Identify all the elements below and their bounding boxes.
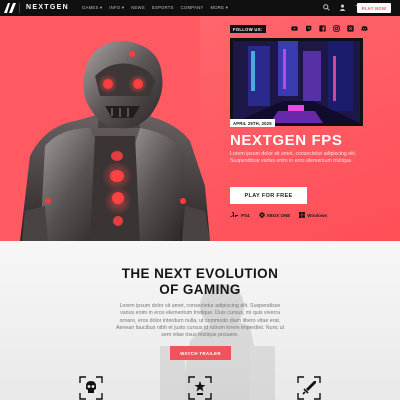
section-title: THE NEXT EVOLUTION OF GAMING — [0, 266, 400, 298]
user-icon[interactable] — [339, 4, 346, 11]
release-date-badge: APRIL 25TH, 2025 — [230, 119, 275, 127]
platform-windows-label: Windows — [307, 212, 327, 218]
logo-icon[interactable] — [4, 3, 16, 13]
section-title-line-2: OF GAMING — [159, 282, 241, 297]
menu-item-info[interactable]: INFO ▾ — [109, 5, 124, 11]
section-description: Lorem ipsum dolor sit amet, consectetur … — [115, 303, 285, 339]
cyber-city-image — [233, 41, 360, 123]
facebook-icon[interactable] — [319, 25, 326, 32]
featured-video-thumbnail[interactable] — [230, 38, 363, 126]
menu-item-news[interactable]: NEWS — [131, 5, 145, 11]
windows-icon — [299, 212, 306, 218]
hero-title: NEXTGEN FPS — [230, 132, 343, 149]
trophy-icon — [188, 376, 212, 400]
section-title-line-1: THE NEXT EVOLUTION — [121, 266, 279, 281]
platform-xbox: XBOX ONE — [258, 212, 291, 218]
menu-item-esports[interactable]: ESPORTS — [152, 5, 174, 11]
platform-ps4-label: PS4 — [241, 212, 250, 218]
platform-xbox-label: XBOX ONE — [266, 212, 291, 218]
twitter-icon[interactable] — [347, 25, 354, 32]
platform-windows: Windows — [299, 212, 327, 218]
play-now-button[interactable]: PLAY NOW — [357, 3, 391, 13]
play-for-free-button[interactable]: PLAY FOR FREE — [230, 187, 307, 204]
robot-character-illustration — [20, 41, 210, 241]
xbox-icon — [258, 212, 265, 218]
platform-ps4: PS4 — [230, 212, 250, 218]
menu-item-games[interactable]: GAMES ▾ — [82, 5, 102, 11]
platform-list: PS4 XBOX ONE Windows — [230, 212, 327, 218]
youtube-icon[interactable] — [291, 25, 298, 32]
discord-icon[interactable] — [361, 25, 368, 32]
nav-divider — [19, 3, 20, 13]
top-nav: NEXTGEN GAMES ▾ INFO ▾ NEWS ESPORTS COMP… — [0, 0, 400, 16]
social-links — [291, 25, 368, 32]
main-menu: GAMES ▾ INFO ▾ NEWS ESPORTS COMPANY MORE… — [82, 5, 228, 11]
brand-name[interactable]: NEXTGEN — [26, 4, 69, 11]
follow-us-label: FOLLOW US: — [230, 25, 266, 33]
instagram-icon[interactable] — [333, 25, 340, 32]
menu-item-more[interactable]: MORE ▾ — [210, 5, 227, 11]
hero-section: FOLLOW US: APRIL 25TH, 2025 NEXTGEN FPS … — [0, 16, 400, 241]
watch-trailer-button[interactable]: WATCH TRAILER — [170, 346, 231, 360]
search-icon[interactable] — [323, 4, 330, 11]
menu-item-company[interactable]: COMPANY — [181, 5, 204, 11]
sword-icon — [297, 376, 321, 400]
hero-description: Lorem ipsum dolor sit amet, consectetur … — [230, 151, 357, 164]
playstation-icon — [230, 212, 239, 217]
evolution-section: THE NEXT EVOLUTION OF GAMING Lorem ipsum… — [0, 241, 400, 400]
skull-icon — [79, 376, 103, 400]
twitch-icon[interactable] — [305, 25, 312, 32]
